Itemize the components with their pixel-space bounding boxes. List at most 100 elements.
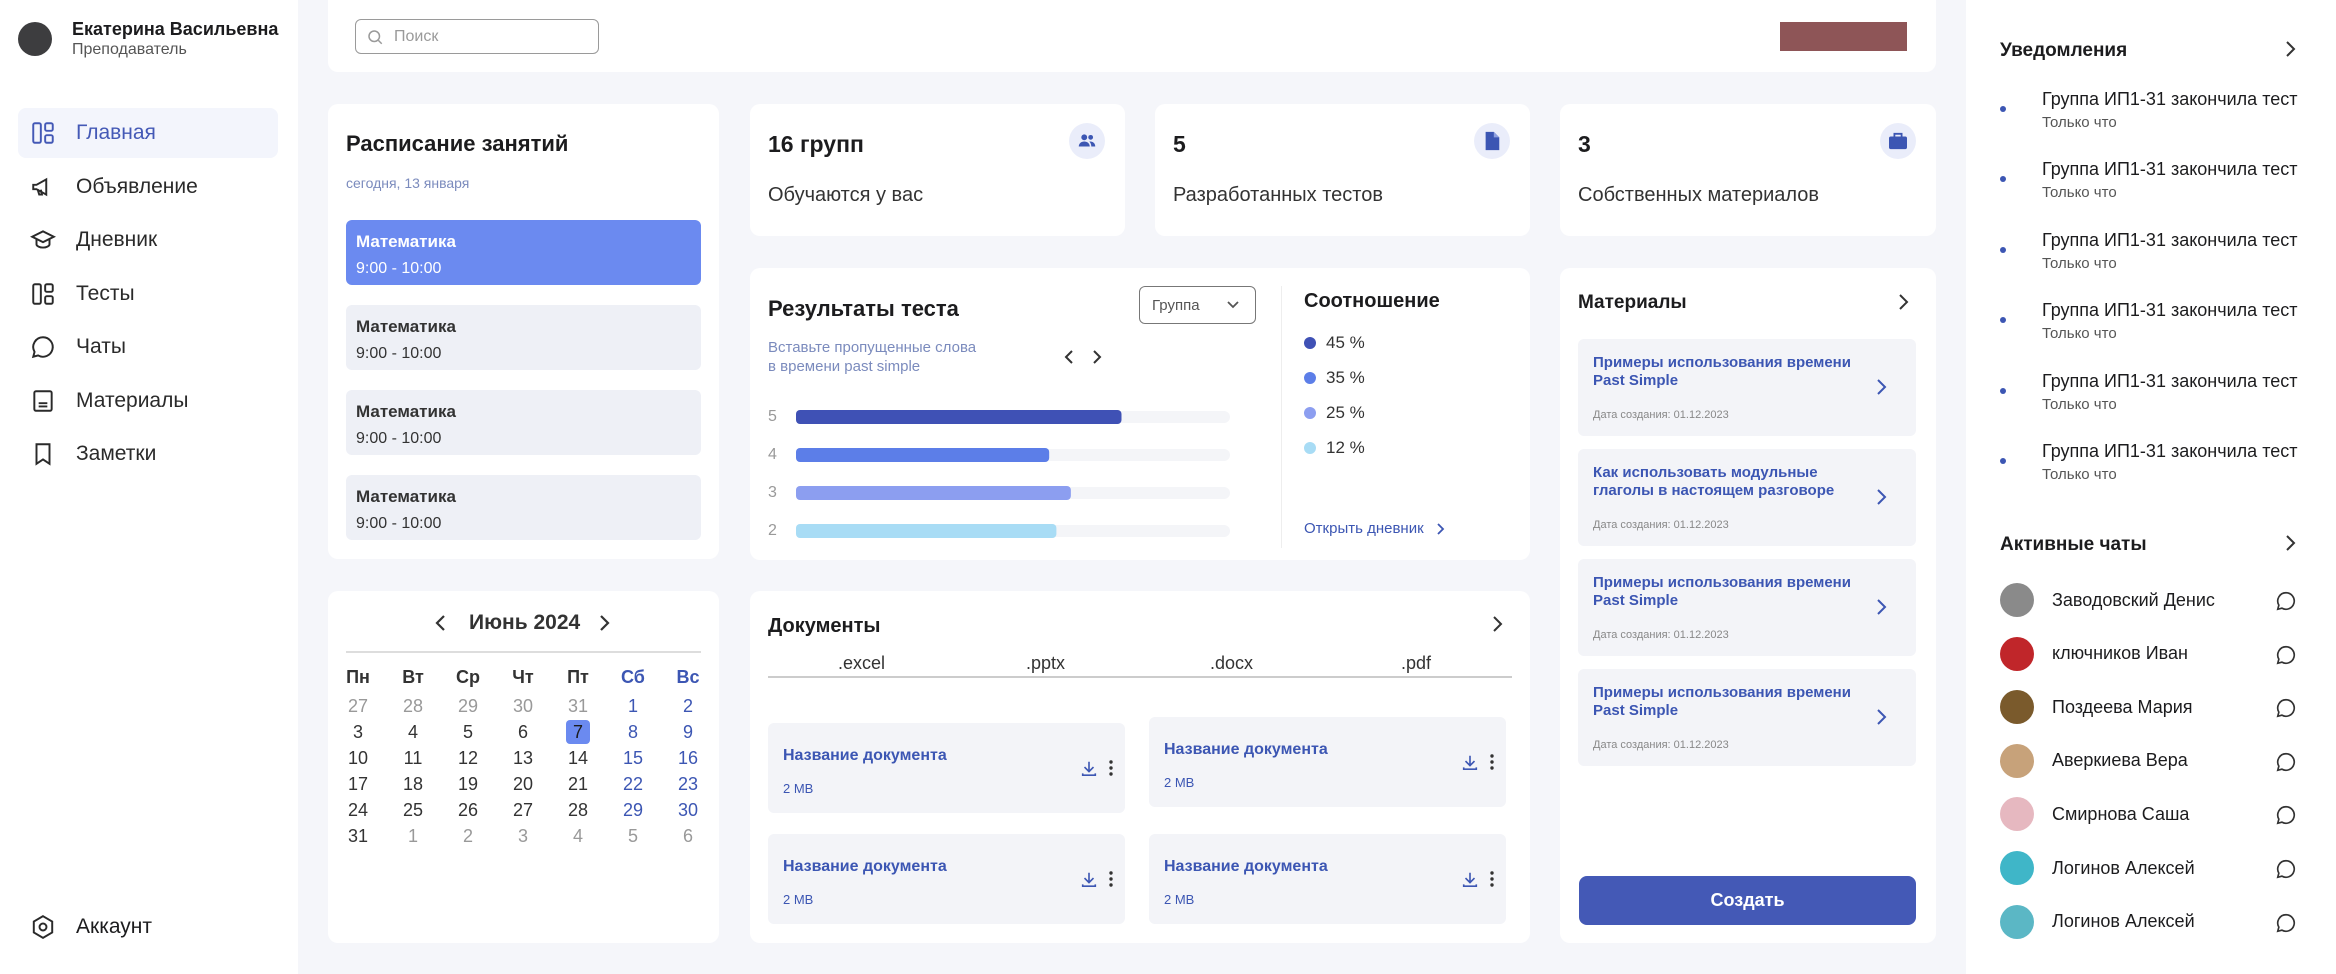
nav-item-announcement[interactable]: Объявление bbox=[18, 162, 278, 212]
calendar-day[interactable]: 9 bbox=[673, 719, 703, 745]
bar[interactable] bbox=[796, 486, 1071, 500]
download-icon[interactable] bbox=[1461, 753, 1479, 771]
calendar-day[interactable]: 3 bbox=[343, 719, 373, 745]
chat-bubble-icon[interactable] bbox=[2275, 858, 2297, 880]
calendar-day[interactable]: 12 bbox=[453, 745, 483, 771]
tab-pdf[interactable]: .pdf bbox=[1401, 653, 1431, 674]
tab-docx[interactable]: .docx bbox=[1210, 653, 1253, 674]
group-select[interactable]: Группа bbox=[1139, 286, 1256, 324]
chat-bubble-icon[interactable] bbox=[2275, 590, 2297, 612]
calendar-day[interactable]: 22 bbox=[618, 771, 648, 797]
download-icon[interactable] bbox=[1080, 759, 1098, 777]
calendar-day[interactable]: 30 bbox=[508, 693, 538, 719]
chat-bubble-icon[interactable] bbox=[2275, 912, 2297, 934]
calendar-day[interactable]: 20 bbox=[508, 771, 538, 797]
bar[interactable] bbox=[796, 524, 1057, 538]
lesson-item[interactable]: Математика 9:00 - 10:00 bbox=[346, 475, 701, 540]
calendar-day[interactable]: 15 bbox=[618, 745, 648, 771]
calendar-day[interactable]: 18 bbox=[398, 771, 428, 797]
chevron-right-icon[interactable] bbox=[1090, 347, 1104, 367]
material-item[interactable]: Примеры использования времени Past Simpl… bbox=[1578, 339, 1916, 436]
top-action-button[interactable] bbox=[1780, 22, 1907, 51]
chevron-right-icon[interactable] bbox=[1490, 614, 1504, 634]
lesson-item[interactable]: Математика 9:00 - 10:00 bbox=[346, 390, 701, 455]
calendar-day[interactable]: 23 bbox=[673, 771, 703, 797]
document-item[interactable]: Название документа 2 MB bbox=[768, 834, 1125, 924]
calendar-day[interactable]: 5 bbox=[618, 823, 648, 849]
chat-item[interactable]: Логинов Алексей bbox=[2000, 850, 2300, 886]
bar[interactable] bbox=[796, 448, 1050, 462]
chevron-right-icon[interactable] bbox=[596, 612, 612, 634]
calendar-day[interactable]: 31 bbox=[343, 823, 373, 849]
calendar-day[interactable]: 7 bbox=[566, 720, 590, 744]
document-item[interactable]: Название документа 2 MB bbox=[1149, 834, 1506, 924]
calendar-day[interactable]: 27 bbox=[343, 693, 373, 719]
more-vertical-icon[interactable] bbox=[1489, 753, 1495, 771]
calendar-day[interactable]: 29 bbox=[453, 693, 483, 719]
user-profile[interactable]: Екатерина Васильевна Преподаватель bbox=[18, 18, 278, 60]
calendar-day[interactable]: 4 bbox=[563, 823, 593, 849]
nav-item-chats[interactable]: Чаты bbox=[18, 322, 278, 372]
more-vertical-icon[interactable] bbox=[1108, 759, 1114, 777]
chat-item[interactable]: Заводовский Денис bbox=[2000, 582, 2300, 618]
material-item[interactable]: Примеры использования времени Past Simpl… bbox=[1578, 559, 1916, 656]
download-icon[interactable] bbox=[1080, 870, 1098, 888]
chat-bubble-icon[interactable] bbox=[2275, 644, 2297, 666]
chevron-right-icon[interactable] bbox=[2283, 533, 2297, 553]
calendar-day[interactable]: 2 bbox=[453, 823, 483, 849]
calendar-day[interactable]: 6 bbox=[673, 823, 703, 849]
tab-pptx[interactable]: .pptx bbox=[1026, 653, 1065, 674]
calendar-day[interactable]: 2 bbox=[673, 693, 703, 719]
chat-item[interactable]: Логинов Алексей bbox=[2000, 904, 2300, 940]
nav-item-materials[interactable]: Материалы bbox=[18, 376, 278, 426]
search-input[interactable]: Поиск bbox=[355, 19, 599, 54]
calendar-day[interactable]: 19 bbox=[453, 771, 483, 797]
nav-item-diary[interactable]: Дневник bbox=[18, 215, 278, 265]
calendar-day[interactable]: 21 bbox=[563, 771, 593, 797]
chat-item[interactable]: Поздеева Мария bbox=[2000, 689, 2300, 725]
chevron-left-icon[interactable] bbox=[433, 612, 449, 634]
calendar-day[interactable]: 6 bbox=[508, 719, 538, 745]
calendar-day[interactable]: 10 bbox=[343, 745, 373, 771]
more-vertical-icon[interactable] bbox=[1108, 870, 1114, 888]
nav-item-notes[interactable]: Заметки bbox=[18, 429, 278, 479]
calendar-day[interactable]: 26 bbox=[453, 797, 483, 823]
calendar-day[interactable]: 30 bbox=[673, 797, 703, 823]
lesson-item[interactable]: Математика 9:00 - 10:00 bbox=[346, 220, 701, 285]
download-icon[interactable] bbox=[1461, 870, 1479, 888]
calendar-day[interactable]: 1 bbox=[398, 823, 428, 849]
nav-item-home[interactable]: Главная bbox=[18, 108, 278, 158]
calendar-day[interactable]: 13 bbox=[508, 745, 538, 771]
more-vertical-icon[interactable] bbox=[1489, 870, 1495, 888]
calendar-day[interactable]: 29 bbox=[618, 797, 648, 823]
document-item[interactable]: Название документа 2 MB bbox=[1149, 717, 1506, 807]
calendar-day[interactable]: 24 bbox=[343, 797, 373, 823]
document-item[interactable]: Название документа 2 MB bbox=[768, 723, 1125, 813]
chat-bubble-icon[interactable] bbox=[2275, 804, 2297, 826]
chevron-right-icon[interactable] bbox=[2283, 39, 2297, 59]
calendar-day[interactable]: 31 bbox=[563, 693, 593, 719]
chat-item[interactable]: ключников Иван bbox=[2000, 636, 2300, 672]
chat-item[interactable]: Смирнова Саша bbox=[2000, 796, 2300, 832]
calendar-day[interactable]: 16 bbox=[673, 745, 703, 771]
calendar-day[interactable]: 4 bbox=[398, 719, 428, 745]
account-link[interactable]: Аккаунт bbox=[30, 914, 152, 940]
material-item[interactable]: Как использовать модульные глаголы в нас… bbox=[1578, 449, 1916, 546]
calendar-day[interactable]: 3 bbox=[508, 823, 538, 849]
material-item[interactable]: Примеры использования времени Past Simpl… bbox=[1578, 669, 1916, 766]
calendar-day[interactable]: 28 bbox=[398, 693, 428, 719]
open-diary-link[interactable]: Открыть дневник bbox=[1304, 520, 1446, 537]
tab-excel[interactable]: .excel bbox=[838, 653, 885, 674]
chat-item[interactable]: Аверкиева Вера bbox=[2000, 743, 2300, 779]
calendar-day[interactable]: 17 bbox=[343, 771, 373, 797]
nav-item-tests[interactable]: Тесты bbox=[18, 269, 278, 319]
calendar-day[interactable]: 25 bbox=[398, 797, 428, 823]
calendar-day[interactable]: 8 bbox=[618, 719, 648, 745]
calendar-day[interactable]: 27 bbox=[508, 797, 538, 823]
calendar-day[interactable]: 1 bbox=[618, 693, 648, 719]
chevron-right-icon[interactable] bbox=[1896, 292, 1910, 312]
calendar-day[interactable]: 14 bbox=[563, 745, 593, 771]
calendar-day[interactable]: 5 bbox=[453, 719, 483, 745]
calendar-day[interactable]: 11 bbox=[398, 745, 428, 771]
chevron-left-icon[interactable] bbox=[1062, 347, 1076, 367]
